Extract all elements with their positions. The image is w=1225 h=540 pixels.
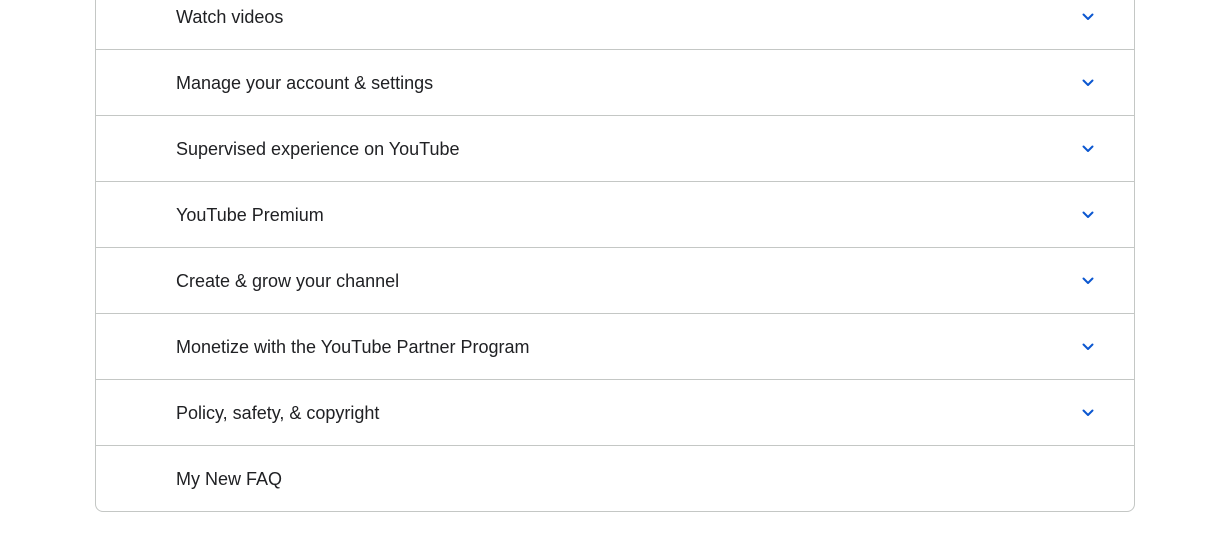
accordion-item-supervised-experience[interactable]: Supervised experience on YouTube xyxy=(96,116,1134,182)
accordion-item-manage-account[interactable]: Manage your account & settings xyxy=(96,50,1134,116)
accordion-item-partner-program[interactable]: Monetize with the YouTube Partner Progra… xyxy=(96,314,1134,380)
chevron-down-icon[interactable] xyxy=(1082,145,1094,153)
chevron-down-icon[interactable] xyxy=(1082,13,1094,21)
accordion-item-label: Policy, safety, & copyright xyxy=(176,402,380,423)
accordion-item-policy-safety[interactable]: Policy, safety, & copyright xyxy=(96,380,1134,446)
accordion-item-label: YouTube Premium xyxy=(176,204,324,225)
chevron-down-icon[interactable] xyxy=(1082,343,1094,351)
chevron-down-icon[interactable] xyxy=(1082,409,1094,417)
chevron-down-icon[interactable] xyxy=(1082,79,1094,87)
chevron-down-icon[interactable] xyxy=(1082,211,1094,219)
accordion-item-label: Watch videos xyxy=(176,6,284,27)
accordion-item-my-new-faq[interactable]: My New FAQ xyxy=(96,446,1134,511)
chevron-down-icon[interactable] xyxy=(1082,277,1094,285)
accordion-item-label: Create & grow your channel xyxy=(176,270,400,291)
accordion-item-label: Manage your account & settings xyxy=(176,72,434,93)
accordion-item-watch-videos[interactable]: Watch videos xyxy=(96,0,1134,50)
accordion-item-label: My New FAQ xyxy=(176,468,283,489)
accordion-item-label: Monetize with the YouTube Partner Progra… xyxy=(176,336,530,357)
accordion-item-youtube-premium[interactable]: YouTube Premium xyxy=(96,182,1134,248)
accordion-item-label: Supervised experience on YouTube xyxy=(176,138,460,159)
accordion-item-create-grow-channel[interactable]: Create & grow your channel xyxy=(96,248,1134,314)
help-topics-accordion: Watch videos Manage your account & setti… xyxy=(95,0,1135,512)
